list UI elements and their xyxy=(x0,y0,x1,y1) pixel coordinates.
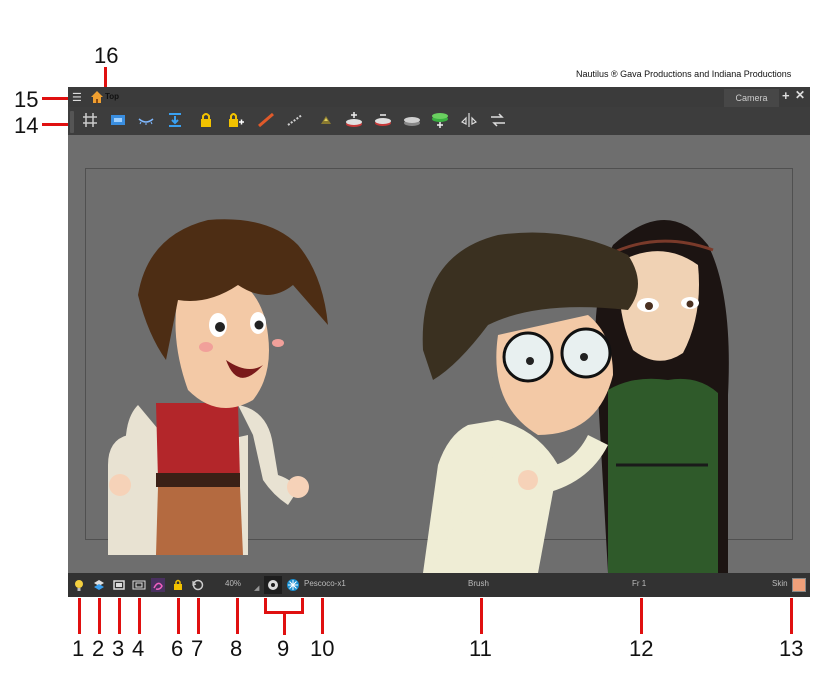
add-view-icon[interactable]: + xyxy=(782,88,790,103)
callout-10: 10 xyxy=(310,636,335,661)
skin-color-swatch[interactable] xyxy=(792,578,806,592)
callout-9: 9 xyxy=(277,636,290,661)
onion-skin-icon[interactable] xyxy=(108,110,128,130)
callout-14: 14 xyxy=(14,113,39,138)
layer-below-icon[interactable] xyxy=(373,110,393,130)
callout-line-15 xyxy=(42,97,68,100)
callout-line-7 xyxy=(197,598,200,634)
add-lock-icon[interactable] xyxy=(225,110,245,130)
camera-viewport[interactable] xyxy=(68,135,810,573)
callout-bracket-9-right xyxy=(301,598,304,612)
toolbar-grip[interactable] xyxy=(70,111,74,133)
callout-line-16 xyxy=(104,67,107,87)
flip-icon[interactable] xyxy=(488,110,508,130)
drawing-name: Pescoco-x1 xyxy=(304,579,346,588)
grid-icon[interactable] xyxy=(80,110,100,130)
callout-3: 3 xyxy=(112,636,125,661)
reset-view-icon[interactable] xyxy=(191,578,205,592)
background-icon[interactable] xyxy=(316,110,336,130)
callout-line-3 xyxy=(118,598,121,634)
skin-label: Skin xyxy=(772,579,788,588)
callout-8: 8 xyxy=(230,636,243,661)
layer-above-icon[interactable] xyxy=(344,110,364,130)
callout-line-8 xyxy=(236,598,239,634)
callout-6: 6 xyxy=(171,636,184,661)
frame-mask-icon[interactable] xyxy=(112,578,126,592)
callout-16: 16 xyxy=(94,43,119,68)
callout-13: 13 xyxy=(779,636,804,661)
callout-line-4 xyxy=(138,598,141,634)
callout-line-14 xyxy=(42,123,68,126)
current-frame: Fr 1 xyxy=(632,579,647,588)
callout-12: 12 xyxy=(629,636,654,661)
character-boy xyxy=(108,219,328,555)
layer-stack-icon[interactable] xyxy=(92,578,106,592)
show-current-drawing-icon[interactable] xyxy=(165,110,185,130)
view-title: Top xyxy=(105,92,120,101)
zoom-menu-arrow-icon[interactable]: ◢ xyxy=(254,584,259,592)
callout-line-11 xyxy=(480,598,483,634)
current-tool: Brush xyxy=(468,579,489,588)
view-toolbar xyxy=(68,107,810,135)
callout-7: 7 xyxy=(191,636,204,661)
callout-2: 2 xyxy=(92,636,105,661)
callout-15: 15 xyxy=(14,87,39,112)
callout-line-2 xyxy=(98,598,101,634)
view-titlebar: ☰ Top Camera + ✕ xyxy=(68,87,810,107)
zoom-level[interactable]: 40% xyxy=(225,579,241,588)
tab-camera[interactable]: Camera xyxy=(724,89,779,107)
callout-11: 11 xyxy=(469,636,492,661)
callout-line-13 xyxy=(790,598,793,634)
layer-add-icon[interactable] xyxy=(430,110,450,130)
light-bulb-icon[interactable] xyxy=(72,578,86,592)
view-menu-icon[interactable]: ☰ xyxy=(72,91,82,104)
mirror-icon[interactable] xyxy=(459,110,479,130)
snowflake-icon[interactable] xyxy=(286,578,300,592)
callout-line-12 xyxy=(640,598,643,634)
close-icon[interactable]: ✕ xyxy=(795,88,805,102)
callout-line-1 xyxy=(78,598,81,634)
lock-icon[interactable] xyxy=(196,110,216,130)
callout-1: 1 xyxy=(72,636,85,661)
view-statusbar: 40% ◢ Pescoco-x1 Brush Fr 1 Skin xyxy=(68,573,810,597)
callout-4: 4 xyxy=(132,636,145,661)
callout-line-6 xyxy=(177,598,180,634)
bone-icon[interactable] xyxy=(256,110,276,130)
pencil-line-icon[interactable] xyxy=(285,110,305,130)
home-icon[interactable] xyxy=(90,90,104,104)
credit-text: Nautilus ® Gava Productions and Indiana … xyxy=(576,69,792,79)
callout-line-10 xyxy=(321,598,324,634)
callout-bracket-9-left xyxy=(264,598,267,612)
light-table-icon[interactable] xyxy=(136,110,156,130)
lock-toggle-icon[interactable] xyxy=(171,578,185,592)
character-artwork xyxy=(108,219,729,573)
callout-line-9 xyxy=(283,611,286,635)
layer-flatten-icon[interactable] xyxy=(402,110,422,130)
onion-skin-toggle-icon[interactable] xyxy=(151,578,165,592)
safe-area-icon[interactable] xyxy=(132,578,146,592)
gear-icon[interactable] xyxy=(264,576,282,594)
camera-view-window: ☰ Top Camera + ✕ 40% ◢ Pescoco-x1 Brush … xyxy=(68,87,810,597)
